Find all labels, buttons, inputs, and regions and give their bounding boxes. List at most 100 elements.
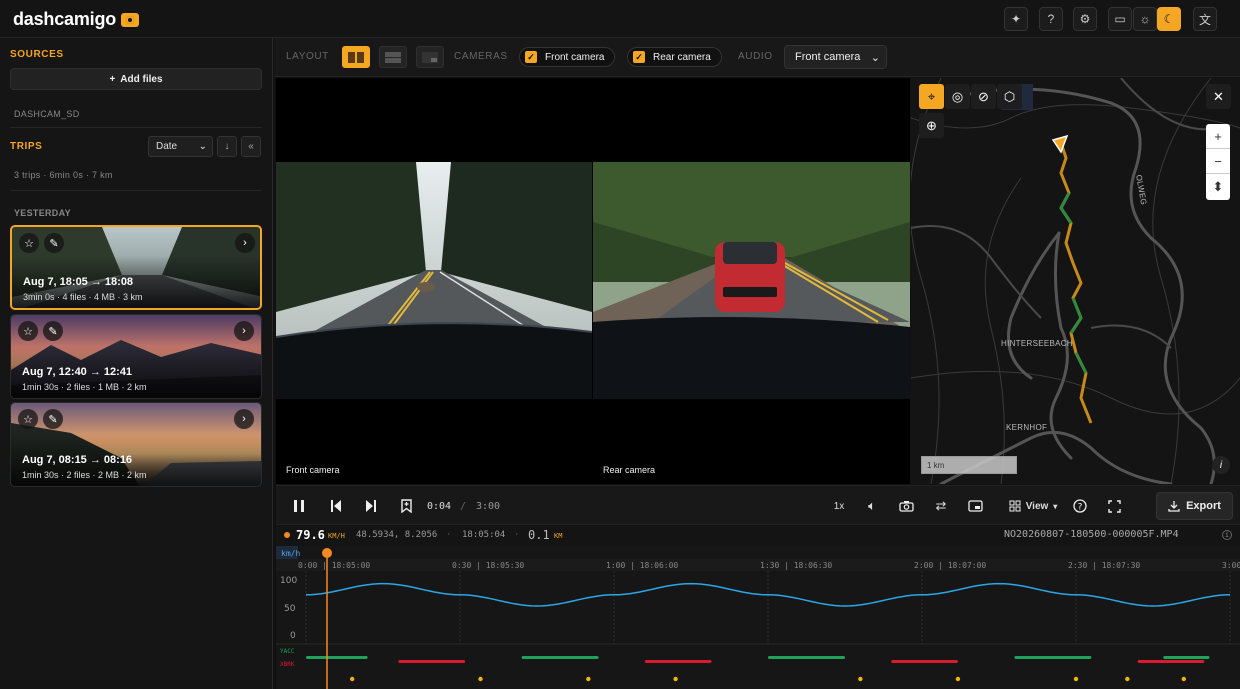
event-bar[interactable] (644, 660, 712, 663)
info-icon[interactable]: i (1212, 456, 1230, 474)
double-chevron-left-icon: « (248, 141, 254, 152)
rear-camera-toggle[interactable]: ✓ Rear camera (627, 47, 722, 67)
star-icon[interactable]: ☆ (19, 233, 39, 253)
chevron-right-icon[interactable]: › (234, 409, 254, 429)
source-item[interactable]: DASHCAM_SD (14, 109, 80, 119)
distance-unit: KM (554, 532, 563, 540)
event-bar[interactable] (521, 656, 599, 659)
event-marker[interactable] (673, 676, 678, 682)
recenter-button[interactable]: ⊕ (919, 113, 944, 138)
front-camera-video[interactable] (276, 162, 592, 399)
crosshair-icon: ⌖ (927, 88, 936, 104)
separator: · (446, 530, 452, 540)
previous-button[interactable] (327, 496, 345, 516)
distance-value: 0.1 (528, 528, 550, 542)
timeline-chart[interactable]: km/h 0:00 | 18:05:00 0:30 | 18:05:30 1:00 … (276, 546, 1240, 689)
zoom-in-button[interactable]: + (1206, 124, 1230, 149)
add-files-button[interactable]: + Add files (10, 68, 262, 90)
gear-icon[interactable]: ⚙ (1073, 7, 1097, 31)
event-marker[interactable] (955, 676, 961, 682)
target-icon: ◎ (951, 88, 964, 104)
collapse-sidebar-button[interactable]: « (241, 136, 261, 157)
event-bar[interactable] (1014, 656, 1092, 659)
star-icon[interactable]: ☆ (18, 409, 38, 429)
help-chat-icon[interactable]: ? (1039, 7, 1063, 31)
sort-value: Date (156, 141, 178, 152)
compass-button[interactable]: ⊘ (971, 84, 996, 109)
event-marker[interactable] (350, 676, 355, 682)
pencil-icon[interactable]: ✎ (44, 233, 64, 253)
event-bar[interactable] (768, 656, 845, 659)
checkbox-checked-icon: ✓ (525, 51, 537, 63)
event-marker[interactable] (586, 676, 591, 682)
app-header: dashcamigo ✦ ? ⚙ ▭ ☼ ☾ 文 (0, 0, 1240, 38)
fullscreen-button[interactable] (1105, 496, 1123, 516)
north-arrow-icon[interactable]: ⬍ (1206, 174, 1230, 199)
3d-view-button[interactable]: ⬡ (997, 84, 1022, 109)
event-marker[interactable] (1073, 676, 1079, 682)
volume-button[interactable]: 🔈︎ (863, 496, 881, 516)
compass-icon: ⊘ (978, 88, 989, 104)
bookmark-button[interactable] (397, 496, 415, 516)
layout-side-by-side-button[interactable] (342, 46, 370, 68)
translate-icon[interactable]: 文 (1193, 7, 1217, 31)
follow-position-button[interactable]: ⌖ (919, 84, 944, 109)
playhead-handle[interactable] (322, 548, 332, 558)
event-marker[interactable] (1125, 676, 1130, 682)
pip-icon (967, 500, 983, 512)
front-camera-toggle[interactable]: ✓ Front camera (519, 47, 616, 67)
event-marker[interactable] (1181, 676, 1186, 682)
video-area[interactable]: Front camera Rear camera (276, 78, 910, 484)
playback-speed-button[interactable]: 1x (830, 496, 848, 516)
next-button[interactable] (362, 496, 380, 516)
chevron-right-icon[interactable]: › (235, 233, 255, 253)
event-marker[interactable] (478, 676, 483, 682)
grid-icon (1009, 500, 1021, 512)
event-bar[interactable] (306, 656, 368, 659)
rear-camera-video[interactable] (593, 162, 910, 399)
timeline-tick-label: 2:00 | 18:07:00 (914, 561, 986, 570)
front-camera-caption: Front camera (286, 465, 340, 475)
chevron-right-icon[interactable]: › (234, 321, 254, 341)
event-bar[interactable] (891, 660, 958, 663)
route-map[interactable]: ⌖ ◎ ⊘ ⬡ ⊕ ✕ + − ⬍ OLWEG HINTERSEEBACH KE… (911, 78, 1240, 484)
layout-stacked-button[interactable] (379, 46, 407, 68)
export-button[interactable]: Export (1156, 492, 1233, 520)
locate-button[interactable]: ◎ (945, 84, 970, 109)
help-button[interactable]: ? (1071, 496, 1089, 516)
trip-card[interactable]: ☆ ✎ › Aug 7, 12:40 → 12:41 1min 30s · 2 … (10, 314, 262, 399)
sort-direction-button[interactable]: ↓ (217, 136, 237, 157)
swap-cameras-button[interactable]: ⇄ (932, 496, 950, 516)
event-bar[interactable] (1137, 660, 1205, 663)
trip-card[interactable]: ☆ ✎ › Aug 7, 08:15 → 08:16 1min 30s · 2 … (10, 402, 262, 487)
event-marker[interactable] (858, 676, 863, 682)
audio-select[interactable]: Front camera ⌄ (784, 45, 887, 69)
picture-in-picture-button[interactable] (966, 496, 984, 516)
telemetry-timeline[interactable]: km/h 0:00 | 18:05:00 0:30 | 18:05:30 1:00 … (276, 546, 1240, 689)
event-bar[interactable] (1163, 656, 1210, 659)
close-map-button[interactable]: ✕ (1206, 84, 1231, 109)
monitor-icon[interactable]: ▭ (1108, 7, 1132, 31)
clock-time: 18:05:04 (462, 530, 506, 540)
map-place-label: HINTERSEEBACH (1001, 339, 1073, 348)
pause-button[interactable] (290, 496, 308, 516)
divider (10, 190, 262, 191)
pencil-icon[interactable]: ✎ (43, 321, 63, 341)
sparkle-icon[interactable]: ✦ (1004, 7, 1028, 31)
sort-select[interactable]: Date ⌄ (148, 136, 213, 157)
checkbox-checked-icon: ✓ (633, 51, 645, 63)
trip-meta: 3min 0s · 4 files · 4 MB · 3 km (23, 292, 143, 302)
file-info-icon[interactable]: i (1222, 530, 1232, 540)
timeline-tick-label: 1:30 | 18:06:30 (760, 561, 832, 570)
star-icon[interactable]: ☆ (18, 321, 38, 341)
layout-pip-button[interactable] (416, 46, 444, 68)
side-by-side-icon (348, 51, 364, 63)
sun-icon[interactable]: ☼ (1133, 7, 1157, 31)
trip-card[interactable]: ☆ ✎ › Aug 7, 18:05 → 18:08 3min 0s · 4 f… (10, 225, 262, 310)
view-menu-button[interactable]: View ▾ (1003, 496, 1063, 516)
pencil-icon[interactable]: ✎ (43, 409, 63, 429)
moon-icon[interactable]: ☾ (1157, 7, 1181, 31)
snapshot-button[interactable] (897, 496, 915, 516)
event-bar[interactable] (398, 660, 466, 663)
zoom-out-button[interactable]: − (1206, 149, 1230, 174)
